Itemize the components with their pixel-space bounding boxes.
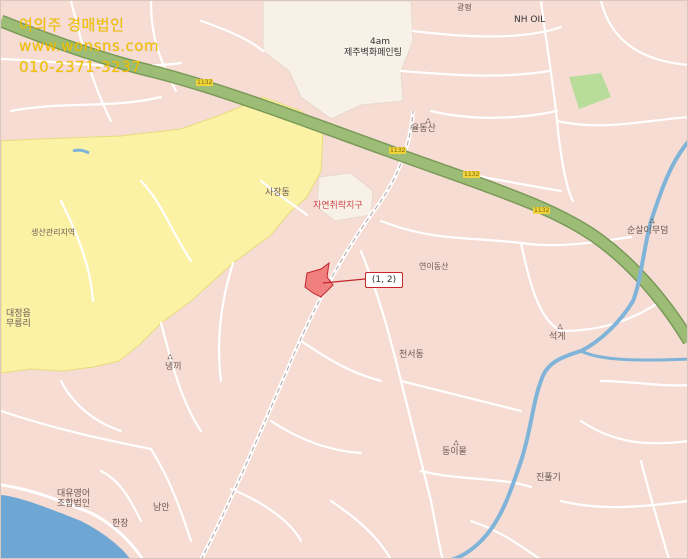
route-sign: 1132 [463, 171, 481, 178]
place-label-cheonseo: 천서동 [399, 350, 424, 360]
place-label-seokgye: 석게 [549, 332, 566, 342]
route-sign: 1132 [389, 147, 407, 154]
cemetery-icon: ⛼ [557, 322, 563, 331]
map-canvas[interactable]: ⛼ ⛼ ⛼ ⛼ ⛼ [1, 1, 688, 559]
parcel-callout[interactable]: (1, 2) [365, 272, 403, 288]
place-label-top-road: 광평 [457, 3, 472, 12]
place-label-jinpul: 진풀기 [536, 473, 561, 483]
place-label-corp-1: 대유영어 [57, 489, 91, 499]
zone-label-natural: 자연취락지구 [313, 201, 363, 211]
place-label-hanjang: 한장 [112, 519, 129, 529]
place-label-namwon: 남안 [153, 503, 170, 513]
watermark-company: 여의주 경매법인 [19, 16, 125, 34]
place-label-building: 제주벽화페인팅 [344, 48, 402, 58]
map-frame[interactable]: ⛼ ⛼ ⛼ ⛼ ⛼ 1132 1132 1132 1132 광평 NH OIL … [0, 0, 688, 559]
place-label-4am: 4am [370, 37, 391, 47]
route-sign: 1132 [533, 207, 551, 214]
place-label-yeongi: 연이동산 [419, 262, 449, 271]
watermark-phone: 010-2371-3237 [19, 58, 142, 76]
route-sign: 1132 [196, 79, 214, 86]
place-label-yuldong: 율동산 [411, 124, 436, 134]
place-label-naeggi: 냉끼 [165, 362, 182, 372]
watermark-website: www.wonsns.com [19, 37, 160, 55]
place-label-dongi: 동이물 [442, 447, 467, 457]
place-label-nh-oil: NH OIL [514, 15, 546, 25]
place-label-left-town-2: 무릉리 [6, 319, 31, 329]
cemetery-icon: ⛼ [167, 352, 173, 361]
place-label-sunsan: 순살이무덤 [627, 226, 669, 236]
zone-label-production: 생산관리지역 [31, 228, 76, 237]
place-label-sajang: 사장동 [265, 188, 290, 198]
place-label-corp-2: 조합법인 [57, 499, 91, 509]
place-label-left-town-1: 대정읍 [6, 309, 31, 319]
cemetery-icon: ⛼ [649, 216, 655, 225]
cemetery-icon: ⛼ [453, 438, 459, 447]
